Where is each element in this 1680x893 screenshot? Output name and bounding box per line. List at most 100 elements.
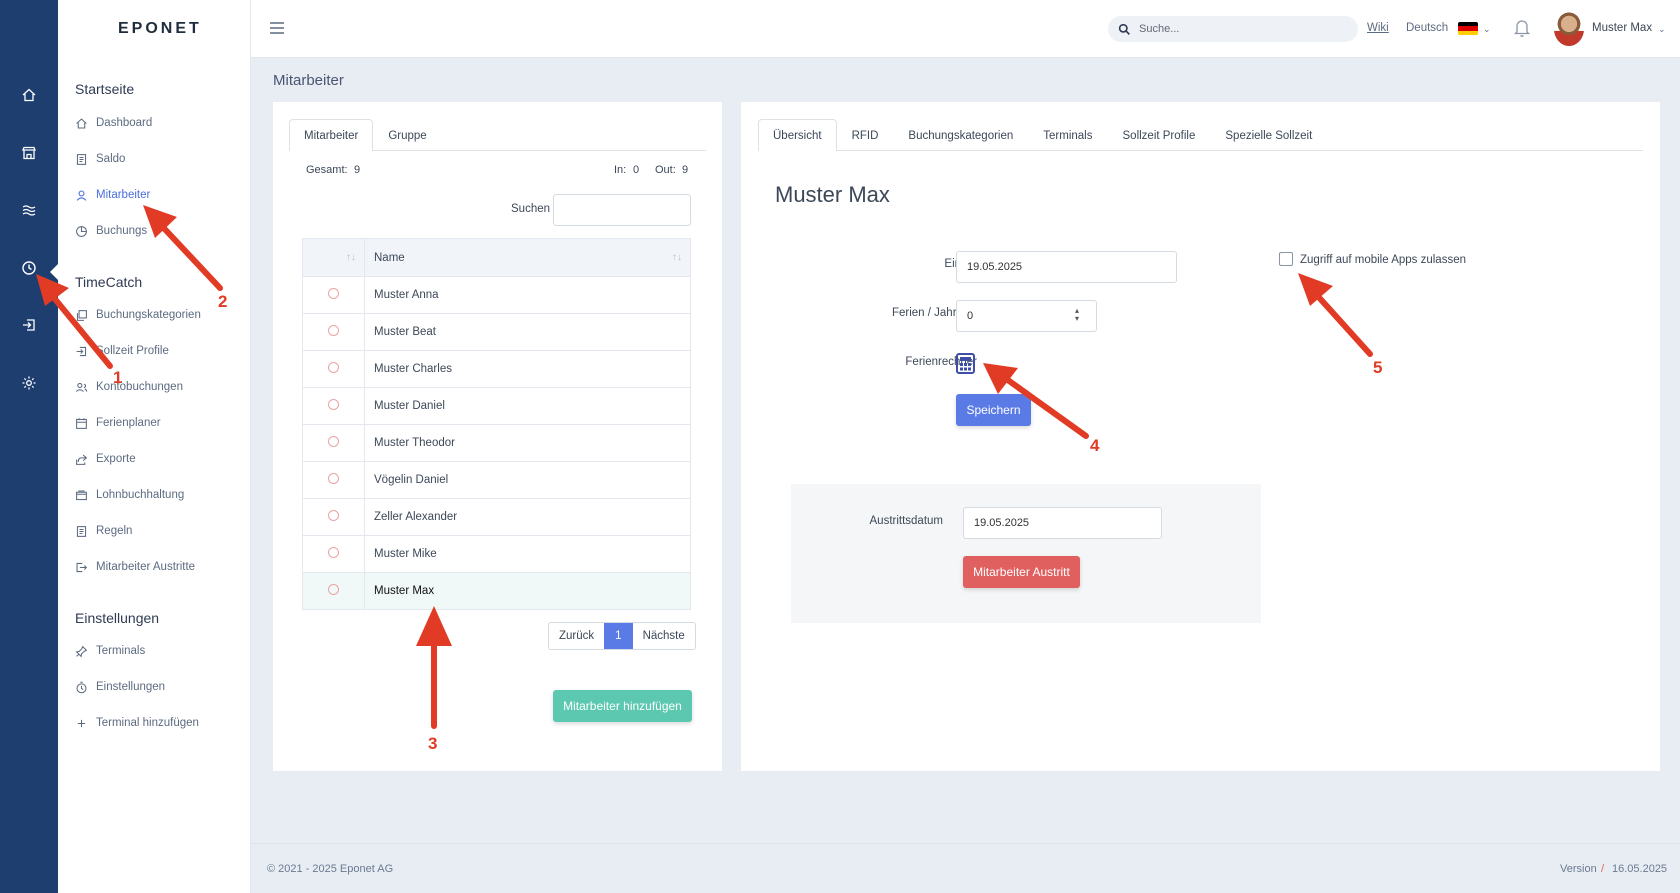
pie-chart-icon (76, 225, 87, 237)
store-icon[interactable] (19, 143, 39, 163)
sidebar-item-ferienplaner[interactable]: Ferienplaner (75, 412, 161, 434)
sidebar-item-terminal-hinzufuegen[interactable]: Terminal hinzufügen (75, 712, 199, 734)
table-row[interactable]: Muster Anna (302, 276, 691, 314)
table-row[interactable]: Muster Beat (302, 313, 691, 351)
waves-icon[interactable] (19, 200, 39, 220)
search-input[interactable] (1139, 23, 1329, 35)
table-row[interactable]: Muster Charles (302, 350, 691, 388)
table-row-selected[interactable]: Muster Max (302, 572, 691, 610)
users-icon (75, 382, 88, 392)
login-icon[interactable] (19, 315, 39, 335)
table-header-name[interactable]: Name ↑↓ (364, 238, 691, 277)
sidebar-item-sollzeit-profile[interactable]: Sollzeit Profile (75, 340, 169, 362)
eintritt-date-input[interactable] (956, 251, 1177, 283)
tab-mitarbeiter[interactable]: Mitarbeiter (289, 119, 374, 151)
chevron-down-icon[interactable]: ⌄ (1658, 24, 1666, 35)
add-employee-button[interactable]: Mitarbeiter hinzufügen (553, 690, 692, 722)
tab-rfid[interactable]: RFID (837, 119, 894, 151)
active-indicator (50, 264, 58, 280)
sidebar-item-label: Saldo (96, 153, 126, 165)
row-radio[interactable] (328, 288, 339, 299)
employee-name[interactable]: Muster Daniel (364, 387, 691, 425)
document-icon (76, 153, 87, 165)
home-icon[interactable] (19, 85, 39, 105)
copyright-text: © 2021 - 2025 Eponet AG (267, 863, 394, 875)
row-radio[interactable] (328, 473, 339, 484)
pagination-next[interactable]: Nächste (633, 623, 695, 649)
sidebar-item-terminals[interactable]: Terminals (75, 640, 145, 662)
employee-name[interactable]: Muster Max (364, 572, 691, 610)
row-radio[interactable] (328, 436, 339, 447)
sidebar-item-regeln[interactable]: Regeln (75, 520, 132, 542)
sidebar-item-kontobuchungen[interactable]: Kontobuchungen (75, 376, 183, 398)
sidebar: EPONET Startseite Dashboard Saldo Mitarb… (58, 0, 251, 893)
table-row[interactable]: Zeller Alexander (302, 498, 691, 536)
annotation-number-3: 3 (428, 734, 438, 753)
avatar[interactable] (1554, 12, 1584, 46)
sidebar-item-mitarbeiter[interactable]: Mitarbeiter (75, 184, 150, 206)
gear-icon[interactable] (19, 373, 39, 393)
language-selector[interactable]: Deutsch (1406, 22, 1448, 34)
clock-icon[interactable] (19, 258, 39, 278)
pagination-prev[interactable]: Zurück (549, 623, 604, 649)
employee-search-input[interactable] (553, 194, 691, 226)
sidebar-item-label: Ferienplaner (96, 417, 161, 429)
employee-name[interactable]: Zeller Alexander (364, 498, 691, 536)
wiki-link[interactable]: Wiki (1367, 22, 1389, 34)
employee-name[interactable]: Muster Mike (364, 535, 691, 573)
tab-terminals[interactable]: Terminals (1028, 119, 1107, 151)
row-radio[interactable] (328, 325, 339, 336)
plus-icon (77, 719, 86, 727)
employee-name[interactable]: Muster Charles (364, 350, 691, 388)
sidebar-item-dashboard[interactable]: Dashboard (75, 112, 152, 134)
sidebar-item-label: Mitarbeiter Austritte (96, 561, 196, 573)
table-row[interactable]: Muster Mike (302, 535, 691, 573)
table-row[interactable]: Muster Daniel (302, 387, 691, 425)
logout-icon (76, 562, 88, 572)
table-row[interactable]: Muster Theodor (302, 424, 691, 462)
tab-uebersicht[interactable]: Übersicht (758, 119, 837, 151)
sort-icon[interactable]: ↑↓ (672, 252, 682, 263)
mobile-access-label[interactable]: Zugriff auf mobile Apps zulassen (1300, 254, 1466, 266)
tab-spezielle-sollzeit[interactable]: Spezielle Sollzeit (1210, 119, 1327, 151)
notification-bell-icon[interactable] (1513, 18, 1531, 41)
save-button[interactable]: Speichern (956, 394, 1031, 426)
employee-name[interactable]: Muster Anna (364, 276, 691, 314)
stepper-arrows-icon[interactable]: ▴ ▾ (1075, 307, 1079, 323)
austritt-date-input[interactable] (963, 507, 1162, 539)
sidebar-item-exporte[interactable]: Exporte (75, 448, 136, 470)
sidebar-item-saldo[interactable]: Saldo (75, 148, 125, 170)
sidebar-item-mitarbeiter-austritte[interactable]: Mitarbeiter Austritte (75, 556, 195, 578)
hamburger-menu-icon[interactable] (269, 18, 285, 38)
pagination-page-1[interactable]: 1 (604, 623, 633, 649)
employee-name[interactable]: Vögelin Daniel (364, 461, 691, 499)
row-radio[interactable] (328, 510, 339, 521)
sidebar-item-buchungs[interactable]: Buchungs (75, 220, 147, 242)
tab-gruppe[interactable]: Gruppe (373, 119, 441, 151)
row-radio[interactable] (328, 547, 339, 558)
sidebar-item-lohnbuchhaltung[interactable]: Lohnbuchhaltung (75, 484, 184, 506)
user-name[interactable]: Muster Max (1592, 22, 1652, 34)
german-flag-icon[interactable] (1458, 22, 1478, 35)
footer: © 2021 - 2025 Eponet AG Version / 16.05.… (251, 843, 1680, 893)
row-radio[interactable] (328, 584, 339, 595)
table-row[interactable]: Vögelin Daniel (302, 461, 691, 499)
employee-exit-button[interactable]: Mitarbeiter Austritt (963, 556, 1080, 588)
tab-buchungskategorien[interactable]: Buchungskategorien (893, 119, 1028, 151)
sidebar-item-einstellungen[interactable]: Einstellungen (75, 676, 165, 698)
calculator-icon[interactable] (956, 353, 975, 374)
employee-name[interactable]: Muster Theodor (364, 424, 691, 462)
table-header-select[interactable]: ↑↓ (302, 238, 365, 277)
sidebar-item-buchungskategorien[interactable]: Buchungskategorien (75, 304, 201, 326)
employee-table: ↑↓ Name ↑↓ Muster Anna Muster Beat Muster… (302, 238, 691, 610)
sidebar-item-label: Sollzeit Profile (96, 345, 169, 357)
row-radio[interactable] (328, 362, 339, 373)
tab-sollzeit-profile[interactable]: Sollzeit Profile (1108, 119, 1211, 151)
search-label: Suchen (511, 203, 551, 215)
chevron-down-icon[interactable]: ⌄ (1483, 24, 1491, 35)
row-radio[interactable] (328, 399, 339, 410)
mobile-access-checkbox[interactable] (1279, 252, 1293, 266)
ferien-label: Ferien / Jahr Std (891, 307, 977, 319)
employee-name[interactable]: Muster Beat (364, 313, 691, 351)
sort-icon[interactable]: ↑↓ (346, 252, 356, 263)
